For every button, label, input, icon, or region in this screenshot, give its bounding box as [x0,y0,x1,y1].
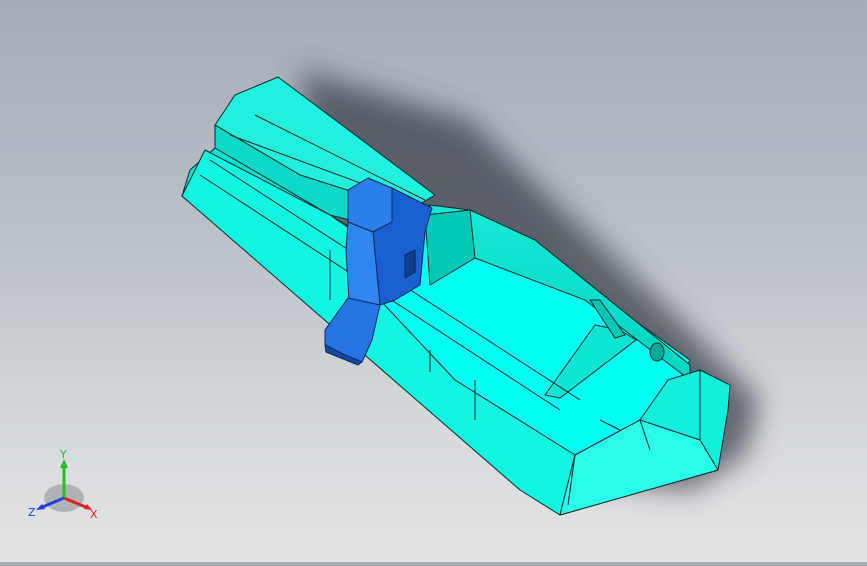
clip-upper-block [347,177,393,233]
cad-viewport[interactable]: Y X Z [0,0,867,562]
triad-x-label: X [90,508,98,521]
model-view[interactable] [0,0,867,562]
triad-y-label: Y [59,448,67,461]
triad-z-label: Z [28,506,36,519]
orientation-triad: Y X Z [28,448,98,521]
mount-hole [649,342,665,362]
